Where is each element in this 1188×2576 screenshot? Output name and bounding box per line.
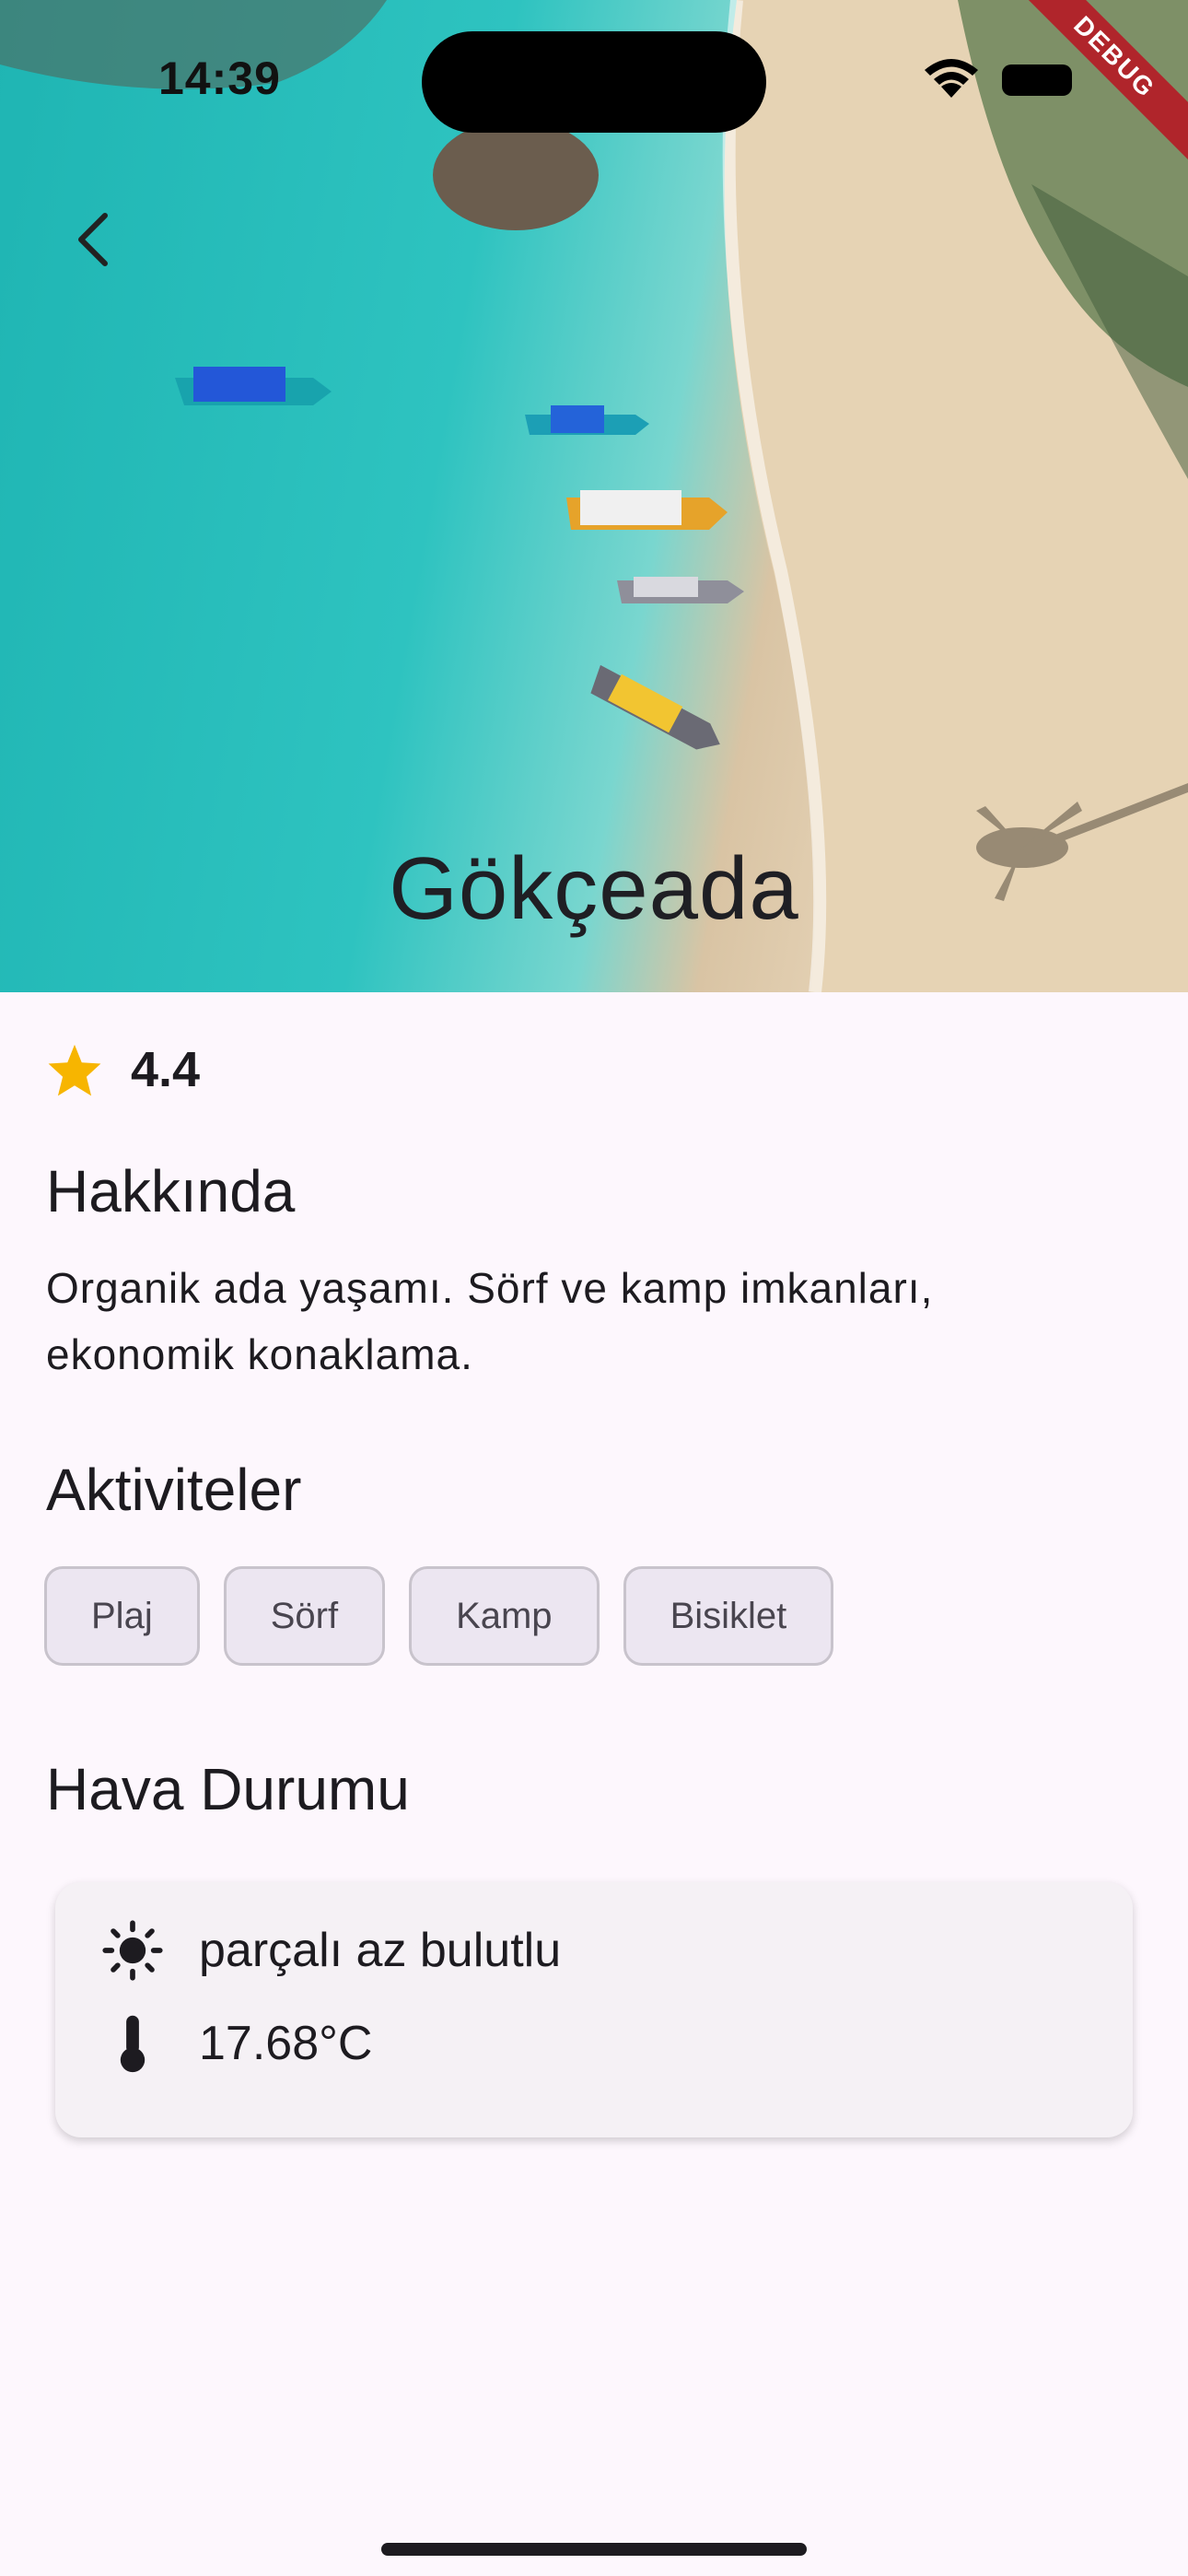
weather-card: parçalı az bulutlu 17.68°C <box>55 1882 1133 2137</box>
weather-description: parçalı az bulutlu <box>199 1924 562 1977</box>
star-icon <box>48 1044 101 1096</box>
activity-chips: Plaj Sörf Kamp Bisiklet <box>44 1566 834 1666</box>
home-indicator[interactable] <box>381 2543 807 2556</box>
weather-description-row: parçalı az bulutlu <box>99 1919 561 1982</box>
weather-title: Hava Durumu <box>46 1756 410 1822</box>
weather-temperature: 17.68°C <box>199 2017 373 2070</box>
place-title: Gökçeada <box>389 839 799 938</box>
sun-icon <box>102 1920 163 1981</box>
hero-image: 14:39 DEBUG Gökçeada <box>0 0 1188 992</box>
status-time: 14:39 <box>158 53 281 104</box>
chip-sorf[interactable]: Sörf <box>223 1566 386 1666</box>
thermometer-icon <box>120 2015 146 2073</box>
back-button[interactable] <box>46 193 138 286</box>
rating-value: 4.4 <box>131 1042 201 1097</box>
back-arrow-icon <box>78 213 108 266</box>
chip-bisiklet[interactable]: Bisiklet <box>623 1566 834 1666</box>
battery-icon <box>1002 64 1072 96</box>
weather-temperature-row: 17.68°C <box>99 2013 372 2074</box>
about-title: Hakkında <box>46 1158 296 1224</box>
wifi-icon <box>925 59 978 98</box>
activities-title: Aktiviteler <box>46 1457 302 1523</box>
about-text: Organik ada yaşamı. Sörf ve kamp imkanla… <box>46 1264 934 1378</box>
rating-row: 4.4 <box>46 1041 200 1098</box>
chip-kamp[interactable]: Kamp <box>409 1566 600 1666</box>
chip-plaj[interactable]: Plaj <box>44 1566 200 1666</box>
dynamic-island <box>422 31 766 133</box>
